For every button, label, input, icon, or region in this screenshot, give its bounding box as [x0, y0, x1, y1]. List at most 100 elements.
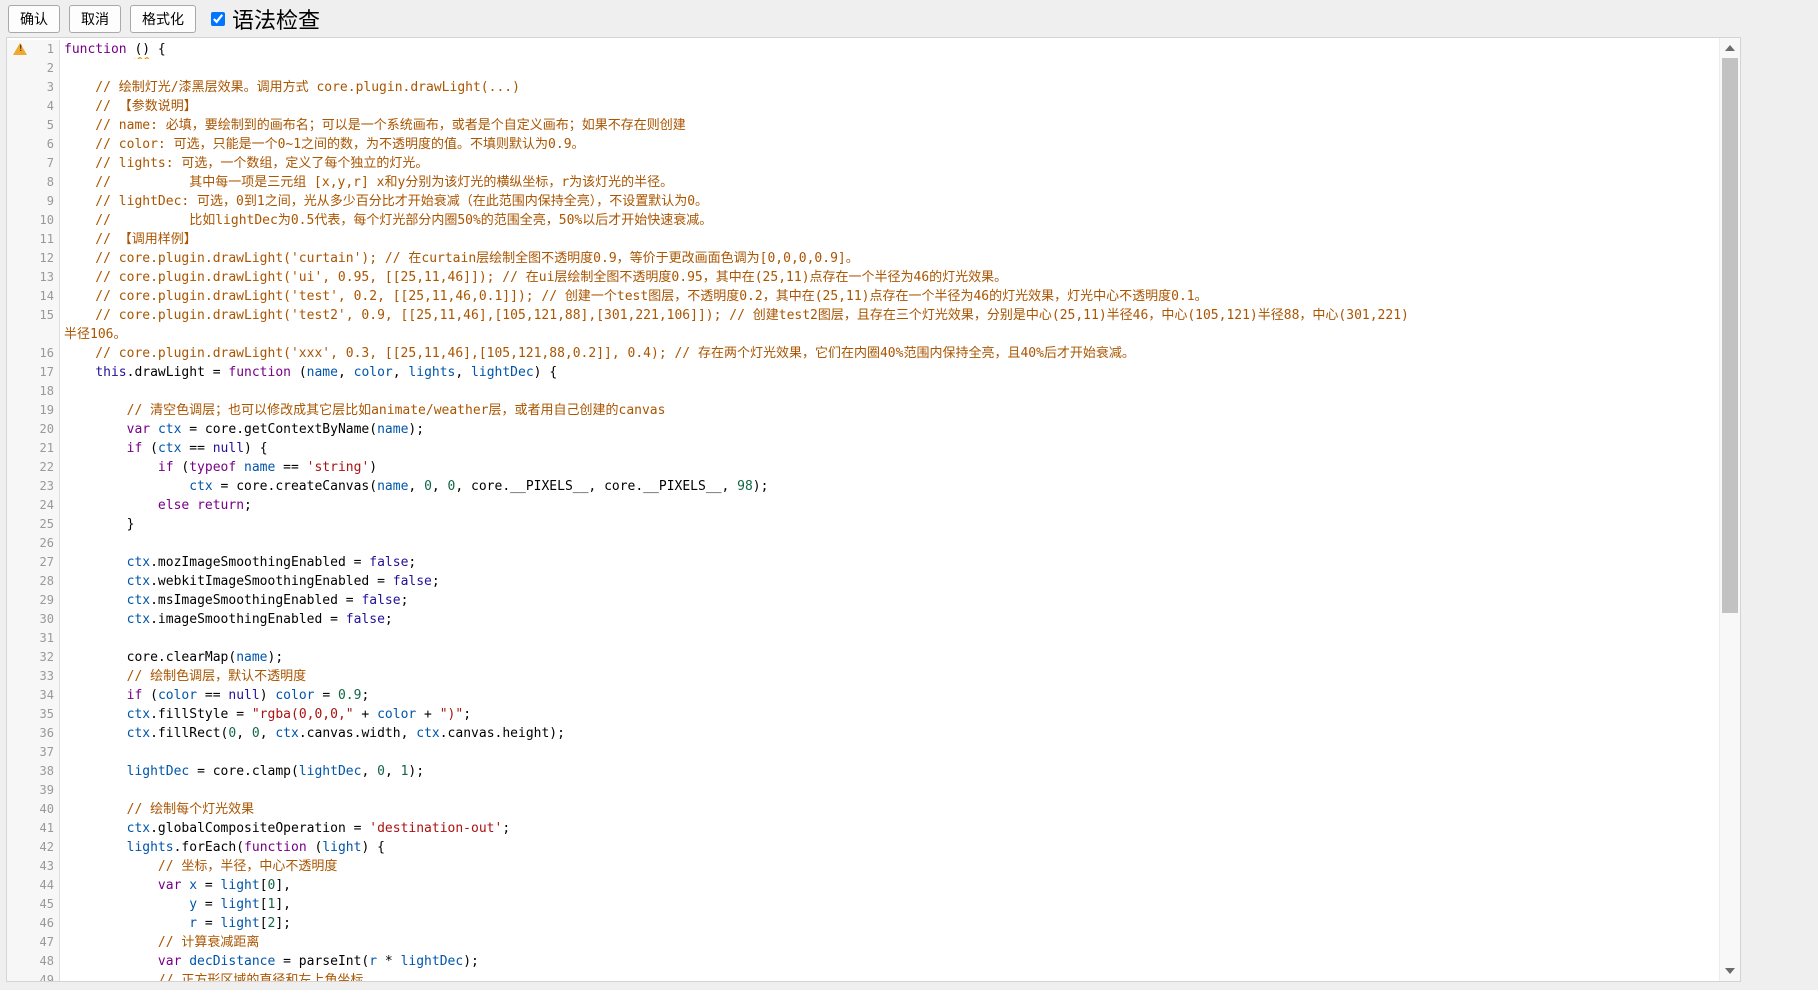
scrollbar-track[interactable] [1719, 38, 1740, 981]
line-number: 35 [24, 705, 54, 724]
confirm-button[interactable]: 确认 [8, 5, 60, 33]
gutter: 21 [7, 439, 60, 458]
code-line[interactable]: 32 core.clearMap(name); [7, 648, 1719, 667]
code-line[interactable]: 27 ctx.mozImageSmoothingEnabled = false; [7, 553, 1719, 572]
scroll-up-icon[interactable] [1725, 45, 1735, 51]
code-text: function () { [60, 40, 1719, 59]
code-line[interactable]: 11 // 【调用样例】 [7, 230, 1719, 249]
code-line[interactable]: 44 var x = light[0], [7, 876, 1719, 895]
code-line[interactable]: 7 // lights: 可选，一个数组，定义了每个独立的灯光。 [7, 154, 1719, 173]
code-line[interactable]: 14 // core.plugin.drawLight('test', 0.2,… [7, 287, 1719, 306]
code-line[interactable]: 40 // 绘制每个灯光效果 [7, 800, 1719, 819]
line-number: 36 [24, 724, 54, 743]
code-line[interactable]: 8 // 其中每一项是三元组 [x,y,r] x和y分别为该灯光的横纵坐标，r为… [7, 173, 1719, 192]
gutter: 35 [7, 705, 60, 724]
code-line[interactable]: 46 r = light[2]; [7, 914, 1719, 933]
code-line[interactable]: 39 [7, 781, 1719, 800]
cancel-button[interactable]: 取消 [69, 5, 121, 33]
gutter: 17 [7, 363, 60, 382]
toolbar: 确认 取消 格式化 语法检查 [0, 0, 1818, 37]
code-line[interactable]: 12 // core.plugin.drawLight('curtain'); … [7, 249, 1719, 268]
code-line[interactable]: 2 [7, 59, 1719, 78]
code-line[interactable]: 33 // 绘制色调层，默认不透明度 [7, 667, 1719, 686]
format-button[interactable]: 格式化 [130, 5, 196, 33]
code-line[interactable]: 26 [7, 534, 1719, 553]
code-line[interactable]: 49 // 正方形区域的直径和左上角坐标 [7, 971, 1719, 982]
code-line[interactable]: 30 ctx.imageSmoothingEnabled = false; [7, 610, 1719, 629]
code-line[interactable]: 29 ctx.msImageSmoothingEnabled = false; [7, 591, 1719, 610]
code-line[interactable]: 3 // 绘制灯光/漆黑层效果。调用方式 core.plugin.drawLig… [7, 78, 1719, 97]
line-number: 25 [24, 515, 54, 534]
code-line[interactable]: 23 ctx = core.createCanvas(name, 0, 0, c… [7, 477, 1719, 496]
code-editor[interactable]: 1function () {23 // 绘制灯光/漆黑层效果。调用方式 core… [6, 37, 1741, 982]
code-line[interactable]: 48 var decDistance = parseInt(r * lightD… [7, 952, 1719, 971]
code-text: // lightDec: 可选，0到1之间，光从多少百分比才开始衰减（在此范围内… [60, 192, 1719, 211]
code-line[interactable]: 34 if (color == null) color = 0.9; [7, 686, 1719, 705]
code-text: r = light[2]; [60, 914, 1719, 933]
line-number: 10 [24, 211, 54, 230]
code-text: ctx.msImageSmoothingEnabled = false; [60, 591, 1719, 610]
code-line[interactable]: 28 ctx.webkitImageSmoothingEnabled = fal… [7, 572, 1719, 591]
code-line[interactable]: 4 // 【参数说明】 [7, 97, 1719, 116]
line-number: 48 [24, 952, 54, 971]
code-line[interactable]: 25 } [7, 515, 1719, 534]
code-line[interactable]: 1function () { [7, 40, 1719, 59]
line-number: 33 [24, 667, 54, 686]
line-number: 11 [24, 230, 54, 249]
code-text [60, 781, 1719, 800]
code-line[interactable]: 5 // name: 必填，要绘制到的画布名；可以是一个系统画布，或者是个自定义… [7, 116, 1719, 135]
line-number: 23 [24, 477, 54, 496]
line-number: 24 [24, 496, 54, 515]
line-number: 20 [24, 420, 54, 439]
code-text: ctx.webkitImageSmoothingEnabled = false; [60, 572, 1719, 591]
code-text: ctx.fillRect(0, 0, ctx.canvas.width, ctx… [60, 724, 1719, 743]
code-line[interactable]: 9 // lightDec: 可选，0到1之间，光从多少百分比才开始衰减（在此范… [7, 192, 1719, 211]
code-line[interactable]: 20 var ctx = core.getContextByName(name)… [7, 420, 1719, 439]
code-text [60, 382, 1719, 401]
code-line[interactable]: 10 // 比如lightDec为0.5代表，每个灯光部分内圈50%的范围全亮，… [7, 211, 1719, 230]
code-line[interactable]: 21 if (ctx == null) { [7, 439, 1719, 458]
gutter: 41 [7, 819, 60, 838]
code-line[interactable]: 37 [7, 743, 1719, 762]
line-number: 12 [24, 249, 54, 268]
code-line[interactable]: 45 y = light[1], [7, 895, 1719, 914]
code-line[interactable]: 43 // 坐标，半径，中心不透明度 [7, 857, 1719, 876]
gutter: 27 [7, 553, 60, 572]
code-line[interactable]: 22 if (typeof name == 'string') [7, 458, 1719, 477]
code-line[interactable]: 47 // 计算衰减距离 [7, 933, 1719, 952]
gutter: 34 [7, 686, 60, 705]
code-line[interactable]: 38 lightDec = core.clamp(lightDec, 0, 1)… [7, 762, 1719, 781]
code-line[interactable]: 18 [7, 382, 1719, 401]
gutter: 48 [7, 952, 60, 971]
code-text: lights.forEach(function (light) { [60, 838, 1719, 857]
code-line[interactable]: 31 [7, 629, 1719, 648]
line-number: 17 [24, 363, 54, 382]
syntax-check-checkbox[interactable] [211, 12, 225, 26]
code-text [60, 534, 1719, 553]
code-line[interactable]: 41 ctx.globalCompositeOperation = 'desti… [7, 819, 1719, 838]
code-text: // name: 必填，要绘制到的画布名；可以是一个系统画布，或者是个自定义画布… [60, 116, 1719, 135]
code-line[interactable]: 42 lights.forEach(function (light) { [7, 838, 1719, 857]
line-number: 39 [24, 781, 54, 800]
scrollbar-thumb[interactable] [1722, 58, 1738, 613]
code-text: var x = light[0], [60, 876, 1719, 895]
gutter: 6 [7, 135, 60, 154]
code-line[interactable]: 35 ctx.fillStyle = "rgba(0,0,0," + color… [7, 705, 1719, 724]
code-text: ctx.globalCompositeOperation = 'destinat… [60, 819, 1719, 838]
code-line[interactable]: 13 // core.plugin.drawLight('ui', 0.95, … [7, 268, 1719, 287]
gutter: 39 [7, 781, 60, 800]
gutter: 8 [7, 173, 60, 192]
code-text: if (ctx == null) { [60, 439, 1719, 458]
code-line[interactable]: 半径106。 [7, 325, 1719, 344]
code-text: ctx.fillStyle = "rgba(0,0,0," + color + … [60, 705, 1719, 724]
code-line[interactable]: 16 // core.plugin.drawLight('xxx', 0.3, … [7, 344, 1719, 363]
code-line[interactable]: 15 // core.plugin.drawLight('test2', 0.9… [7, 306, 1719, 325]
line-number: 19 [24, 401, 54, 420]
scroll-down-icon[interactable] [1725, 968, 1735, 974]
code-line[interactable]: 19 // 清空色调层；也可以修改成其它层比如animate/weather层，… [7, 401, 1719, 420]
code-line[interactable]: 36 ctx.fillRect(0, 0, ctx.canvas.width, … [7, 724, 1719, 743]
code-line[interactable]: 6 // color: 可选，只能是一个0~1之间的数，为不透明度的值。不填则默… [7, 135, 1719, 154]
code-line[interactable]: 17 this.drawLight = function (name, colo… [7, 363, 1719, 382]
code-line[interactable]: 24 else return; [7, 496, 1719, 515]
syntax-check-label: 语法检查 [232, 3, 320, 35]
